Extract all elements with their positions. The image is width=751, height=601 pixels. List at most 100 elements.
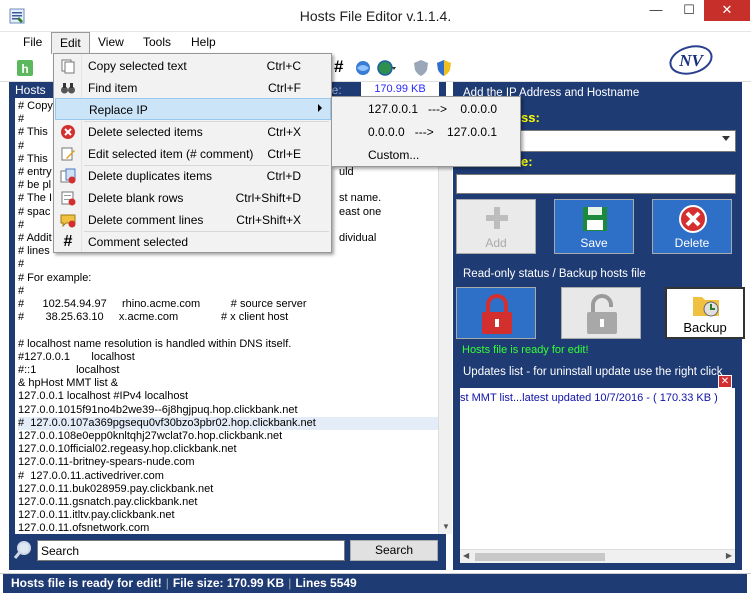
filesize-value: 170.99 KB <box>361 82 439 97</box>
duplicates-icon <box>60 168 76 184</box>
hosts-line[interactable]: # localhost name resolution is handled w… <box>18 338 291 351</box>
menu-item-shortcut: Ctrl+F <box>268 81 301 95</box>
menu-delete-blank-rows[interactable]: Delete blank rows Ctrl+Shift+D <box>55 187 331 209</box>
hash-tool-icon[interactable]: # <box>334 57 343 77</box>
backup-label: Backup <box>683 320 727 335</box>
hosts-line[interactable]: # entry <box>18 166 52 179</box>
delete-button[interactable]: Delete <box>652 199 732 254</box>
hosts-line[interactable]: # lines <box>18 245 50 258</box>
menu-item-label: Copy selected text <box>88 59 187 73</box>
hosts-line[interactable]: 127.0.0.11.ofsnetwork.com <box>18 522 149 534</box>
hosts-line[interactable]: 127.0.0.1015f91no4b2we39--6j8hgjpuq.hop.… <box>18 404 298 417</box>
hosts-line[interactable]: # 38.25.63.10 x.acme.com # x client host <box>18 311 288 324</box>
menu-tools[interactable]: Tools <box>135 32 179 54</box>
hosts-line[interactable]: 127.0.0.10fficial02.regeasy.hop.clickban… <box>18 443 237 456</box>
floppy-icon <box>583 207 607 231</box>
hosts-line[interactable]: 127.0.0.11.buk028959.pay.clickbank.net <box>18 483 213 496</box>
submenu-item-label: 0.0.0.0 ---> 127.0.0.1 <box>368 125 498 139</box>
hostname-label: e: <box>521 154 533 169</box>
hosts-line[interactable]: 127.0.0.11-britney-spears-nude.com <box>18 456 195 469</box>
maximize-button[interactable]: ☐ <box>674 0 704 22</box>
backup-button[interactable]: Backup <box>665 287 745 339</box>
hosts-line[interactable]: # Addit <box>18 232 52 245</box>
hosts-line[interactable]: # <box>18 219 24 232</box>
hosts-line[interactable]: # 102.54.94.97 rhino.acme.com # source s… <box>18 298 307 311</box>
globe-icon[interactable] <box>376 59 398 77</box>
close-updates-icon[interactable]: ✕ <box>718 375 732 388</box>
hosts-line[interactable]: 127.0.0.1 localhost #IPv4 localhost <box>18 390 188 403</box>
menu-bar: File Edit View Tools Help <box>0 32 751 54</box>
menu-copy-selected-text[interactable]: Copy selected text Ctrl+C <box>55 55 331 77</box>
menu-replace-ip[interactable]: Replace IP <box>55 98 331 120</box>
hosts-line[interactable]: # 127.0.0.107a369pgsequ0vf30bzo3pbr02.ho… <box>18 416 438 430</box>
list-item[interactable]: st MMT list...latest updated 10/7/2016 -… <box>460 392 718 404</box>
save-label: Save <box>580 236 608 250</box>
scroll-right-arrow[interactable]: ▶ <box>726 551 732 560</box>
submenu-zero-to-localhost[interactable]: 0.0.0.0 ---> 127.0.0.1 <box>333 121 520 143</box>
hosts-line[interactable]: 127.0.0.11.gsnatch.pay.clickbank.net <box>18 496 197 509</box>
hosts-line[interactable]: # This <box>18 126 48 139</box>
title-bar: Hosts File Editor v.1.1.4. — ☐ ✕ <box>0 0 751 32</box>
hosts-line[interactable]: #::1 localhost <box>18 364 120 377</box>
menu-comment-selected[interactable]: # Comment selected <box>55 231 331 253</box>
status-text: Hosts file is ready for edit! <box>11 576 162 590</box>
chevron-down-icon[interactable] <box>722 136 730 141</box>
hosts-line[interactable]: #127.0.0.1 localhost <box>18 351 135 364</box>
hosts-line[interactable]: 127.0.0.108e0epp0knltqhj27wclat7o.hop.cl… <box>18 430 282 443</box>
search-input[interactable] <box>37 540 345 561</box>
unlock-button[interactable] <box>561 287 641 339</box>
submenu-localhost-to-zero[interactable]: 127.0.0.1 ---> 0.0.0.0 <box>333 98 520 120</box>
network-icon[interactable] <box>354 59 372 77</box>
hosts-line[interactable]: # <box>18 113 24 126</box>
hosts-line[interactable]: # 127.0.0.11.activedriver.com <box>18 470 164 483</box>
delete-red-icon <box>61 125 75 139</box>
hosts-line[interactable]: # <box>18 285 24 298</box>
status-bar: Hosts file is ready for edit! | File size:… <box>0 573 751 593</box>
menu-find-item[interactable]: Find item Ctrl+F <box>55 77 331 99</box>
menu-delete-comment-lines[interactable]: Delete comment lines Ctrl+Shift+X <box>55 209 331 231</box>
save-button[interactable]: Save <box>554 199 634 254</box>
h-scrollbar-thumb[interactable] <box>475 553 605 561</box>
menu-view[interactable]: View <box>90 32 132 54</box>
status-size: File size: 170.99 KB <box>172 576 285 590</box>
copy-icon <box>61 59 75 74</box>
hosts-line[interactable]: # <box>18 140 24 153</box>
svg-text:h: h <box>21 62 28 76</box>
hostname-input[interactable] <box>456 174 736 194</box>
scroll-left-arrow[interactable]: ◀ <box>463 551 469 560</box>
hosts-line[interactable]: # Copy <box>18 100 53 113</box>
hosts-line[interactable]: & hpHost MMT list & <box>18 377 118 390</box>
nv-logo: NV <box>669 45 713 75</box>
home-icon[interactable]: h <box>16 59 34 77</box>
close-button[interactable]: ✕ <box>704 0 750 21</box>
updates-h-scrollbar[interactable]: ◀ ▶ <box>460 549 735 563</box>
uac-shield-icon[interactable] <box>436 59 452 77</box>
status-strip: Hosts file is ready for edit! | File size:… <box>3 574 747 593</box>
menu-item-label: Delete blank rows <box>88 191 184 205</box>
lock-readonly-button[interactable] <box>456 287 536 339</box>
delete-label: Delete <box>674 236 710 250</box>
hosts-line[interactable]: # <box>18 258 24 271</box>
hosts-line[interactable]: # be pl <box>18 179 51 192</box>
add-button[interactable]: Add <box>456 199 536 254</box>
submenu-custom[interactable]: Custom... <box>333 144 520 166</box>
scroll-down-arrow[interactable]: ▼ <box>442 522 450 531</box>
comment-delete-icon <box>60 214 76 228</box>
menu-help[interactable]: Help <box>183 32 224 54</box>
hosts-line[interactable]: # For example: <box>18 272 91 285</box>
hosts-line[interactable]: 127.0.0.11.itltv.pay.clickbank.net <box>18 509 175 522</box>
menu-delete-duplicates[interactable]: Delete duplicates items Ctrl+D <box>55 165 331 187</box>
menu-edit-selected-item[interactable]: Edit selected item (# comment) Ctrl+E <box>55 143 331 165</box>
menu-delete-selected-items[interactable]: Delete selected items Ctrl+X <box>55 121 331 143</box>
hosts-line[interactable]: # This <box>18 153 48 166</box>
menu-file[interactable]: File <box>15 32 50 54</box>
hosts-line[interactable]: # The I <box>18 192 52 205</box>
updates-list[interactable]: st MMT list...latest updated 10/7/2016 -… <box>460 388 735 563</box>
hosts-line[interactable]: # spac <box>18 206 50 219</box>
minimize-button[interactable]: — <box>641 0 671 22</box>
search-button[interactable]: Search <box>350 540 438 561</box>
menu-item-shortcut: Ctrl+X <box>267 125 301 139</box>
menu-edit[interactable]: Edit <box>51 32 90 54</box>
menu-item-label: Edit selected item (# comment) <box>88 147 254 161</box>
shield-icon[interactable] <box>413 59 429 77</box>
